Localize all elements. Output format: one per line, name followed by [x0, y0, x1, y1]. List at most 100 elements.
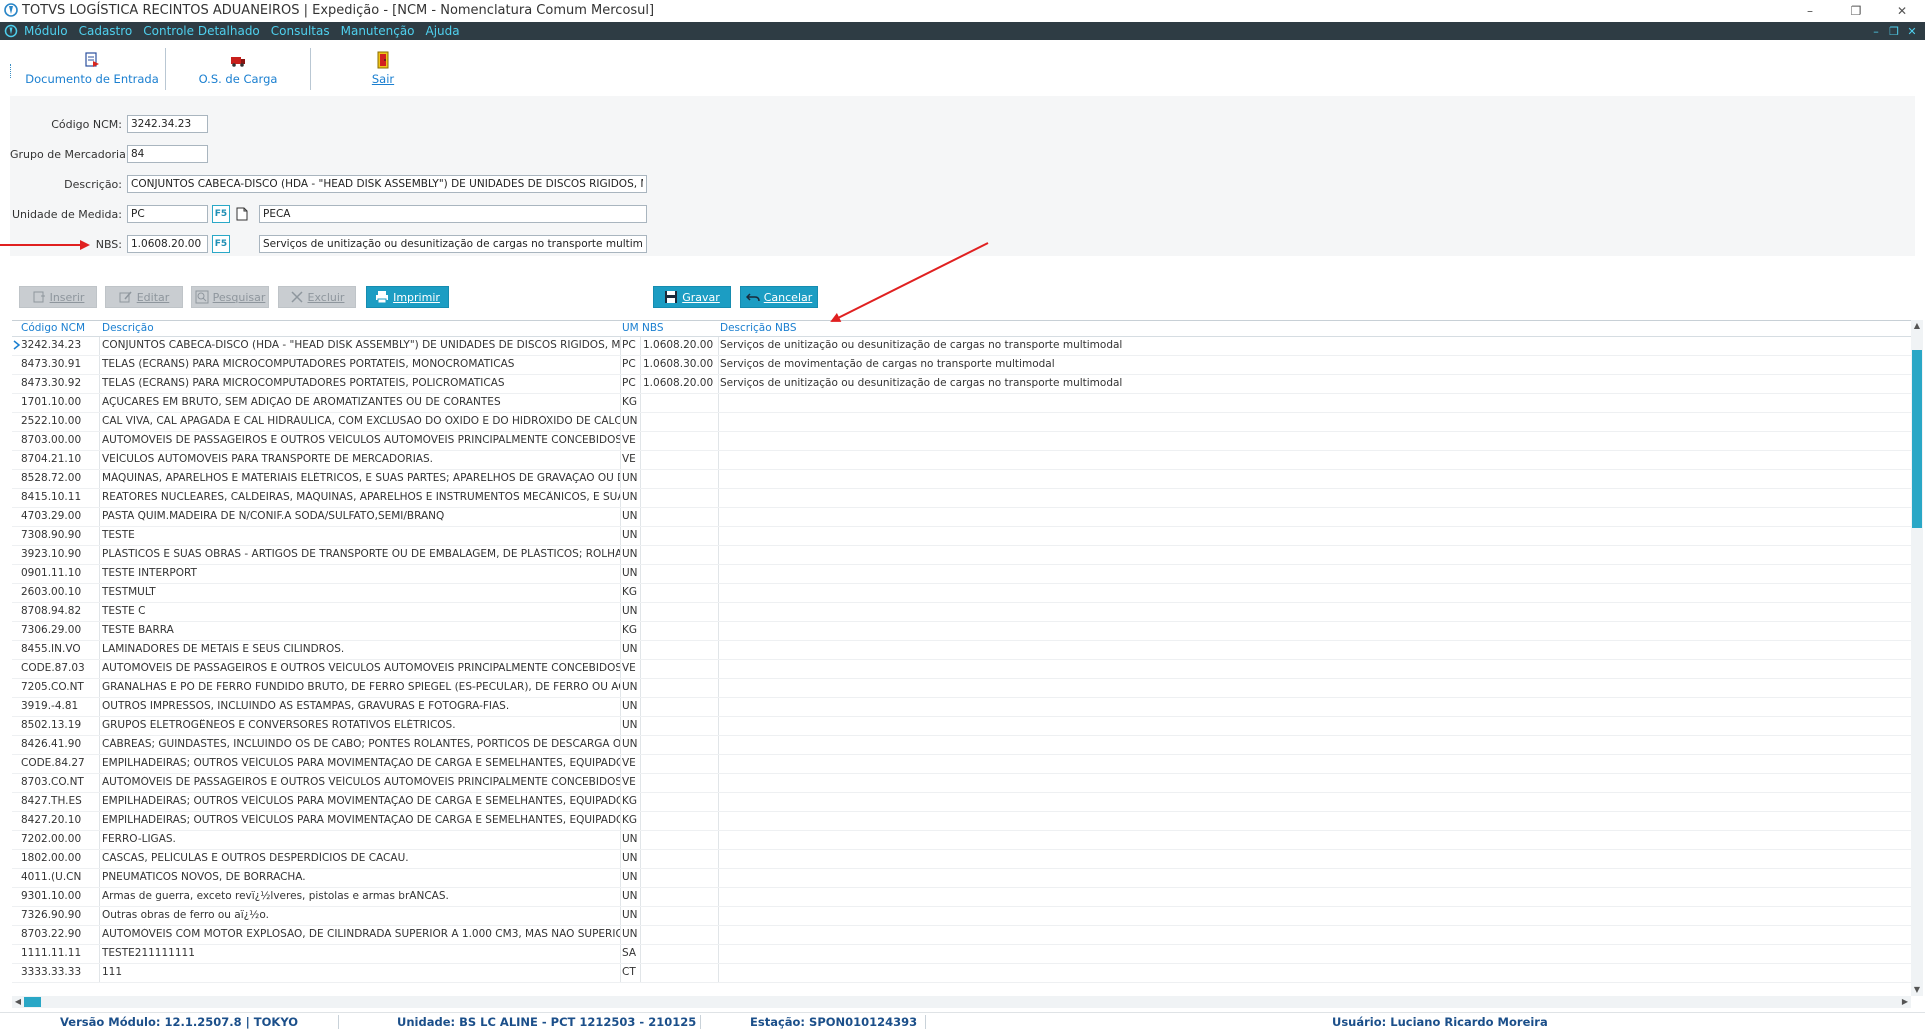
column-gridline — [718, 850, 719, 868]
table-row[interactable]: 8426.41.90 CÁBREAS; GUINDASTES, INCLUINDO… — [12, 736, 1912, 755]
scroll-up-arrow-icon[interactable]: ▲ — [1911, 320, 1923, 332]
table-row[interactable]: 3242.34.23 CONJUNTOS CABECA-DISCO (HDA - … — [12, 337, 1912, 356]
os-carga-button[interactable]: O.S. de Carga — [166, 44, 310, 92]
table-row[interactable]: 8528.72.00 MÁQUINAS, APARELHOS E MATERIAI… — [12, 470, 1912, 489]
column-header-descricao[interactable]: Descrição — [102, 322, 154, 334]
mdi-restore-button[interactable]: ❐ — [1885, 25, 1903, 38]
table-row[interactable]: 3333.33.33 111 CT — [12, 964, 1912, 983]
table-row[interactable]: 7205.CO.NT GRANALHAS E PÓ DE FERRO FUNDID… — [12, 679, 1912, 698]
cell-descricao: Armas de guerra, exceto revï¿½lveres, pi… — [102, 890, 449, 902]
minimize-button[interactable]: – — [1787, 0, 1833, 22]
scroll-down-arrow-icon[interactable]: ▼ — [1911, 984, 1923, 996]
menu-logo-icon[interactable] — [4, 24, 18, 38]
table-row[interactable]: 3923.10.90 PLÁSTICOS E SUAS OBRAS - ARTIG… — [12, 546, 1912, 565]
menu-ajuda[interactable]: Ajuda — [426, 24, 460, 38]
column-header-um[interactable]: UM — [622, 322, 639, 334]
table-row[interactable]: 7308.90.90 TESTE UN — [12, 527, 1912, 546]
scroll-right-arrow-icon[interactable]: ▶ — [1899, 996, 1911, 1008]
table-row[interactable]: 8427.20.10 EMPILHADEIRAS; OUTROS VEÍCULOS… — [12, 812, 1912, 831]
unidade-f5-lookup-button[interactable]: F5 — [212, 205, 230, 223]
table-row[interactable]: CODE.87.03 AUTOMÓVEIS DE PASSAGEIROS E OU… — [12, 660, 1912, 679]
table-row[interactable]: 8708.94.82 TESTE C UN — [12, 603, 1912, 622]
table-row[interactable]: 7326.90.90 Outras obras de ferro ou aï¿½o… — [12, 907, 1912, 926]
menu-modulo[interactable]: Módulo — [24, 24, 68, 38]
table-row[interactable]: 2603.00.10 TESTMULT KG — [12, 584, 1912, 603]
table-row[interactable]: 4011.(U.CN PNEUMÁTICOS NOVOS, DE BORRACHA… — [12, 869, 1912, 888]
codigo-ncm-input[interactable] — [127, 115, 208, 133]
descricao-input[interactable] — [127, 175, 647, 193]
cell-codigo-ncm: 8426.41.90 — [21, 738, 82, 750]
cell-codigo-ncm: 1701.10.00 — [21, 396, 82, 408]
imprimir-button[interactable]: Imprimir — [366, 286, 449, 308]
table-row[interactable]: 8703.CO.NT AUTOMÓVEIS DE PASSAGEIROS E OU… — [12, 774, 1912, 793]
cell-codigo-ncm: 8528.72.00 — [21, 472, 82, 484]
menu-consultas[interactable]: Consultas — [271, 24, 330, 38]
menu-cadastro[interactable]: Cadastro — [79, 24, 133, 38]
table-row[interactable]: 7202.00.00 FERRO-LIGAS. UN — [12, 831, 1912, 850]
table-row[interactable]: 3919.-4.81 OUTROS IMPRESSOS, INCLUINDO AS… — [12, 698, 1912, 717]
column-gridline — [620, 508, 621, 526]
column-gridline — [99, 451, 100, 469]
table-row[interactable]: 4703.29.00 PASTA QUIM.MADEIRA DE N/CONIF.… — [12, 508, 1912, 527]
table-row[interactable]: 8455.IN.VO LAMINADORES DE METAIS E SEUS C… — [12, 641, 1912, 660]
nbs-descricao-input[interactable] — [259, 235, 647, 253]
excluir-button[interactable]: Excluir — [278, 286, 356, 308]
vertical-scroll-thumb[interactable] — [1912, 350, 1922, 528]
column-gridline — [640, 907, 641, 925]
mdi-minimize-button[interactable]: – — [1867, 25, 1885, 38]
table-row[interactable]: 8703.22.90 AUTOMÓVEIS COM MOTOR EXPLOSÃO,… — [12, 926, 1912, 945]
table-row[interactable]: 1802.00.00 CASCAS, PELÍCULAS E OUTROS DES… — [12, 850, 1912, 869]
horizontal-scrollbar[interactable]: ◀ ▶ — [12, 996, 1911, 1008]
column-header-nbs[interactable]: NBS — [642, 322, 664, 334]
column-gridline — [718, 451, 719, 469]
sair-button[interactable]: Sair — [311, 44, 455, 92]
descricao-label: Descrição: — [64, 178, 122, 191]
table-row[interactable]: 1111.11.11 TESTE211111111 SA — [12, 945, 1912, 964]
table-row[interactable]: 8704.21.10 VEÍCULOS AUTOMÓVEIS PARA TRANS… — [12, 451, 1912, 470]
cell-descricao: EMPILHADEIRAS; OUTROS VEÍCULOS PARA MOVI… — [102, 814, 620, 826]
editar-button[interactable]: Editar — [105, 286, 183, 308]
table-row[interactable]: 0901.11.10 TESTE INTERPORT UN — [12, 565, 1912, 584]
column-gridline — [718, 926, 719, 944]
table-row[interactable]: 7306.29.00 TESTE BARRA KG — [12, 622, 1912, 641]
table-row[interactable]: 2522.10.00 CAL VIVA, CAL APAGADA E CAL HI… — [12, 413, 1912, 432]
nbs-f5-lookup-button[interactable]: F5 — [212, 235, 230, 253]
mdi-close-button[interactable]: ✕ — [1903, 25, 1921, 38]
horizontal-scroll-thumb[interactable] — [24, 997, 41, 1007]
toolbar-grip[interactable] — [10, 64, 13, 78]
cell-descricao: TELAS (ECRANS) PARA MICROCOMPUTADORES PO… — [102, 358, 515, 370]
inserir-button[interactable]: Inserir — [19, 286, 97, 308]
column-header-descricao-nbs[interactable]: Descrição NBS — [720, 322, 797, 334]
pesquisar-button[interactable]: Pesquisar — [191, 286, 269, 308]
nbs-input[interactable] — [127, 235, 208, 253]
column-gridline — [99, 755, 100, 773]
table-row[interactable]: CODE.84.27 EMPILHADEIRAS; OUTROS VEÍCULOS… — [12, 755, 1912, 774]
column-gridline — [718, 907, 719, 925]
documento-entrada-button[interactable]: Documento de Entrada — [20, 44, 164, 92]
unidade-descricao-input[interactable] — [259, 205, 647, 223]
grupo-mercadoria-input[interactable] — [127, 145, 208, 163]
menu-manutencao[interactable]: Manutenção — [341, 24, 415, 38]
cell-descricao: CASCAS, PELÍCULAS E OUTROS DESPERDÍCIOS … — [102, 852, 409, 864]
table-row[interactable]: 8415.10.11 REATORES NUCLEARES, CALDEIRAS,… — [12, 489, 1912, 508]
document-icon[interactable] — [236, 207, 248, 221]
gravar-button[interactable]: Gravar — [653, 286, 731, 308]
close-button[interactable]: ✕ — [1879, 0, 1925, 22]
vertical-scrollbar[interactable]: ▲ ▼ — [1911, 320, 1923, 996]
column-gridline — [620, 812, 621, 830]
column-header-codigo-ncm[interactable]: Código NCM — [21, 322, 85, 334]
maximize-button[interactable]: ❐ — [1833, 0, 1879, 22]
menu-controle-detalhado[interactable]: Controle Detalhado — [143, 24, 260, 38]
table-row[interactable]: 8703.00.00 AUTOMÓVEIS DE PASSAGEIROS E OU… — [12, 432, 1912, 451]
cell-um: UN — [622, 871, 638, 883]
table-row[interactable]: 8502.13.19 GRUPOS ELETROGÊNEOS E CONVERSO… — [12, 717, 1912, 736]
column-gridline — [718, 793, 719, 811]
table-row[interactable]: 8473.30.92 TELAS (ECRANS) PARA MICROCOMPU… — [12, 375, 1912, 394]
table-row[interactable]: 9301.10.00 Armas de guerra, exceto revï¿½… — [12, 888, 1912, 907]
table-row[interactable]: 8427.TH.ES EMPILHADEIRAS; OUTROS VEÍCULOS… — [12, 793, 1912, 812]
unidade-medida-input[interactable] — [127, 205, 208, 223]
scroll-left-arrow-icon[interactable]: ◀ — [12, 996, 24, 1008]
table-row[interactable]: 8473.30.91 TELAS (ECRANS) PARA MICROCOMPU… — [12, 356, 1912, 375]
cancelar-button[interactable]: Cancelar — [740, 286, 818, 308]
table-row[interactable]: 1701.10.00 AÇÚCARES EM BRUTO, SEM ADIÇÃO … — [12, 394, 1912, 413]
